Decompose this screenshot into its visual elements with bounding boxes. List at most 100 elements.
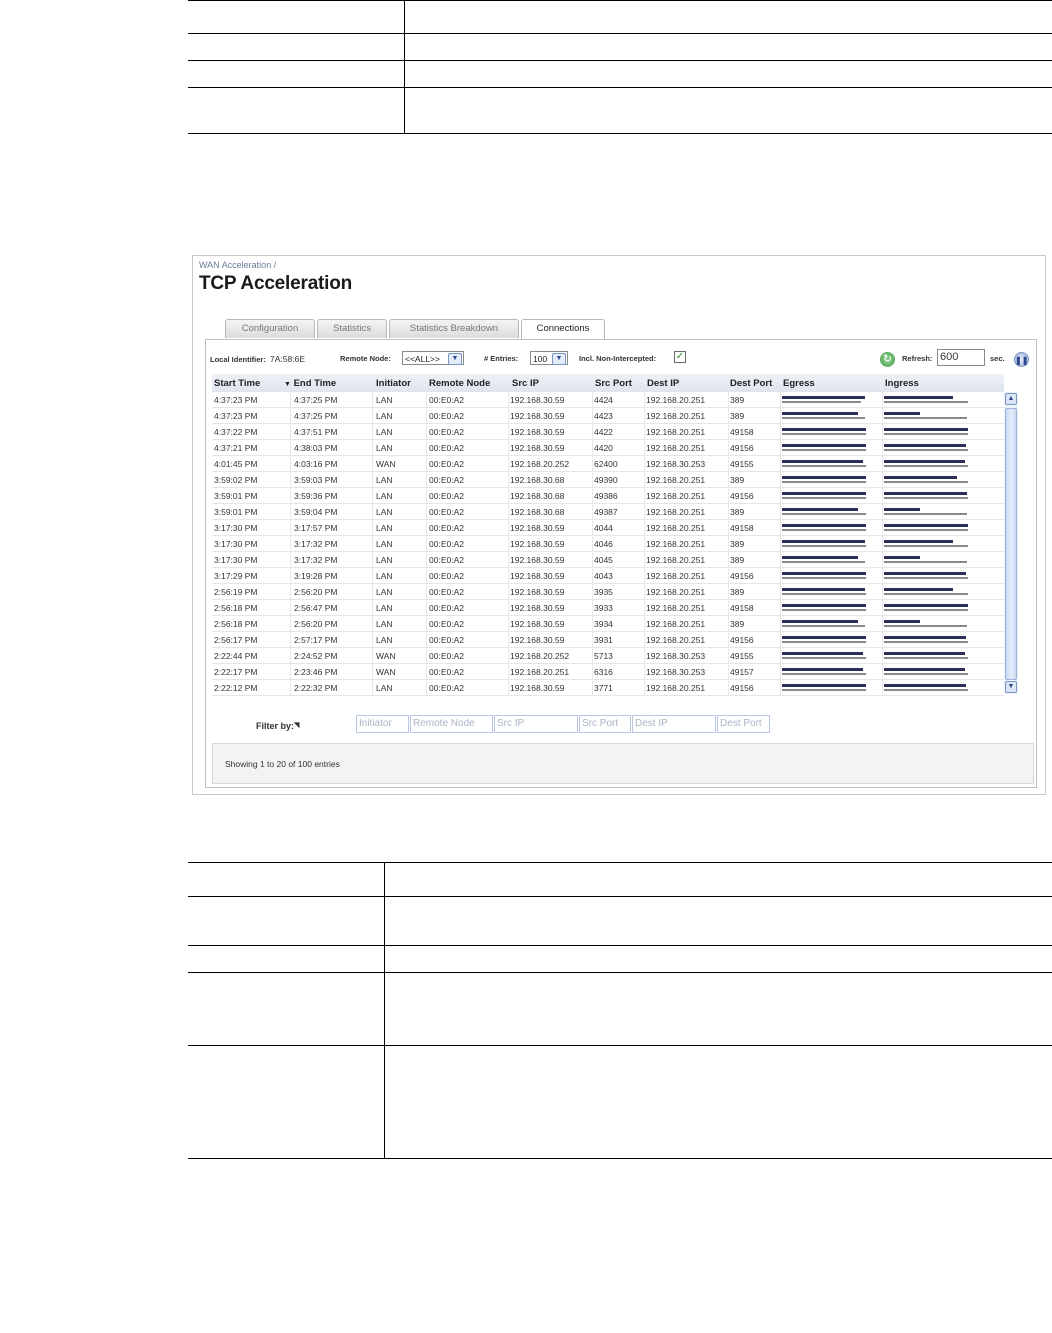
cell-start-time: 3:59:01 PM [214,507,258,517]
pause-icon[interactable]: ❚❚ [1014,352,1029,367]
vertical-scrollbar[interactable]: ▲ ▼ [1004,392,1018,694]
table-row[interactable]: 3:17:30 PM 3:17:57 PM LAN 00:E0:A2 192.168.3… [212,520,1004,536]
table-row[interactable]: 3:17:29 PM 3:19:28 PM LAN 00:E0:A2 192.168.3… [212,568,1004,584]
table-row[interactable]: 3:17:30 PM 3:17:32 PM LAN 00:E0:A2 192.168.3… [212,552,1004,568]
table-row[interactable]: 2:56:18 PM 2:56:47 PM LAN 00:E0:A2 192.168.3… [212,600,1004,616]
table-row[interactable]: 3:17:30 PM 3:17:32 PM LAN 00:E0:A2 192.168.3… [212,536,1004,552]
scroll-down-icon[interactable]: ▼ [1005,681,1017,693]
cell-src-ip: 192.168.30.59 [510,555,565,565]
egress-bar-primary [782,652,863,655]
table-row[interactable]: 2:56:17 PM 2:57:17 PM LAN 00:E0:A2 192.168.3… [212,632,1004,648]
egress-bar-secondary [782,433,866,435]
table-row[interactable]: 3:59:01 PM 3:59:36 PM LAN 00:E0:A2 192.168.3… [212,488,1004,504]
egress-bar-primary [782,668,863,671]
col-end-time[interactable]: ▼ End Time [284,378,336,389]
entries-label: # Entries: [484,354,519,363]
col-dest-port[interactable]: Dest Port [730,378,772,389]
filter-dest-port-input[interactable]: Dest Port [717,715,770,733]
cell-remote-node: 00:E0:A2 [429,587,464,597]
column-divider [592,472,593,488]
filter-src-port-input[interactable]: Src Port [579,715,631,733]
cell-dest-port: 389 [730,475,745,485]
table-row[interactable]: 4:37:22 PM 4:37:51 PM LAN 00:E0:A2 192.168.3… [212,424,1004,440]
column-divider [780,616,781,632]
col-remote-node[interactable]: Remote Node [429,378,490,389]
table-row[interactable]: 2:22:44 PM 2:24:52 PM WAN 00:E0:A2 192.168.2… [212,648,1004,664]
table-row[interactable]: 4:37:23 PM 4:37:25 PM LAN 00:E0:A2 192.168.3… [212,392,1004,408]
column-divider [290,616,291,632]
col-initiator[interactable]: Initiator [376,378,411,389]
column-divider [290,440,291,456]
non-intercepted-checkbox[interactable]: ✓ [674,351,686,363]
filter-remote-node-input[interactable]: Remote Node [410,715,493,733]
table-row[interactable]: 4:01:45 PM 4:03:16 PM WAN 00:E0:A2 192.168.2… [212,456,1004,472]
filter-initiator-input[interactable]: Initiator [356,715,409,733]
column-divider [426,424,427,440]
column-divider [508,456,509,472]
cell-start-time: 2:22:17 PM [214,667,258,677]
refresh-interval-input[interactable]: 600 [937,349,985,366]
table-row[interactable]: 2:22:17 PM 2:23:46 PM WAN 00:E0:A2 192.168.2… [212,664,1004,680]
column-divider [592,632,593,648]
column-divider [592,600,593,616]
table-row[interactable]: 4:37:21 PM 4:38:03 PM LAN 00:E0:A2 192.168.3… [212,440,1004,456]
checkmark-icon: ✓ [675,351,685,362]
column-divider [780,424,781,440]
cell-src-ip: 192.168.30.59 [510,587,565,597]
column-divider [728,456,729,472]
cell-dest-ip: 192.168.30.253 [646,667,706,677]
cell-dest-ip: 192.168.30.253 [646,651,706,661]
table-row[interactable]: 4:37:23 PM 4:37:25 PM LAN 00:E0:A2 192.168.3… [212,408,1004,424]
cell-end-time: 4:37:25 PM [294,411,338,421]
tab-statistics[interactable]: Statistics [317,319,387,338]
tab-statistics-breakdown[interactable]: Statistics Breakdown [389,319,519,338]
ingress-bar-primary [884,668,965,671]
remote-node-select[interactable]: <<ALL>> ▼ [402,351,464,365]
ingress-bar-primary [884,524,968,527]
col-src-port[interactable]: Src Port [595,378,632,389]
filter-label: Filter by:◥ [256,721,300,731]
cell-src-ip: 192.168.30.59 [510,523,565,533]
column-divider [372,488,373,504]
refresh-icon[interactable]: ↻ [880,352,895,367]
column-divider [290,504,291,520]
egress-bar-secondary [782,561,865,563]
column-divider [508,440,509,456]
column-divider [508,472,509,488]
cell-src-ip: 192.168.20.252 [510,651,570,661]
column-divider [426,568,427,584]
filter-src-ip-input[interactable]: Src IP [494,715,578,733]
egress-bar-primary [782,428,866,431]
table-row[interactable]: 2:22:12 PM 2:22:32 PM LAN 00:E0:A2 192.168.3… [212,680,1004,696]
col-start-time[interactable]: Start Time [214,378,260,389]
ingress-bar-primary [884,636,966,639]
breadcrumb[interactable]: WAN Acceleration / [199,260,276,270]
column-divider [508,632,509,648]
col-ingress[interactable]: Ingress [885,378,919,389]
ingress-bar-secondary [884,561,967,563]
ingress-bar-secondary [884,641,968,643]
entries-select[interactable]: 100 ▼ [530,351,568,365]
cell-initiator: WAN [376,667,396,677]
filter-dest-ip-input[interactable]: Dest IP [632,715,716,733]
table-row[interactable]: 2:56:19 PM 2:56:20 PM LAN 00:E0:A2 192.168.3… [212,584,1004,600]
column-divider [290,568,291,584]
table-row[interactable]: 2:56:18 PM 2:56:20 PM LAN 00:E0:A2 192.168.3… [212,616,1004,632]
cell-initiator: LAN [376,539,393,549]
col-src-ip[interactable]: Src IP [512,378,539,389]
cell-dest-port: 49158 [730,427,754,437]
ingress-bar-secondary [884,545,968,547]
table-footer: Showing 1 to 20 of 100 entries [212,743,1034,784]
column-divider [882,392,883,408]
scroll-thumb[interactable] [1005,408,1017,680]
table-row[interactable]: 3:59:02 PM 3:59:03 PM LAN 00:E0:A2 192.168.3… [212,472,1004,488]
tab-configuration[interactable]: Configuration [225,319,315,338]
col-egress[interactable]: Egress [783,378,815,389]
tab-connections[interactable]: Connections [521,319,605,340]
column-divider [780,456,781,472]
table-row[interactable]: 3:59:01 PM 3:59:04 PM LAN 00:E0:A2 192.168.3… [212,504,1004,520]
scroll-up-icon[interactable]: ▲ [1005,393,1017,405]
col-dest-ip[interactable]: Dest IP [647,378,679,389]
egress-bar-primary [782,572,866,575]
ingress-bar-primary [884,588,953,591]
